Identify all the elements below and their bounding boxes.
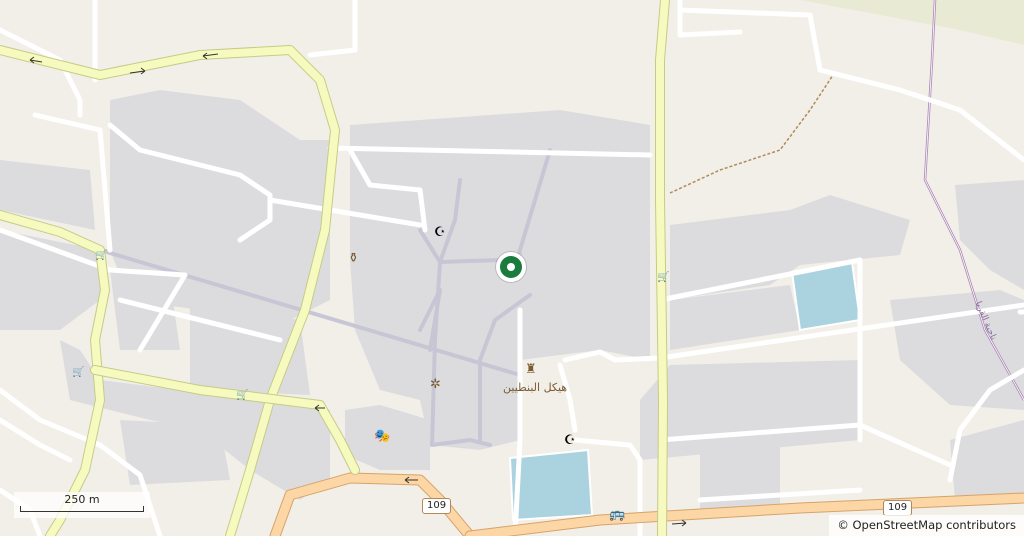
field-area bbox=[800, 0, 1024, 45]
footpath bbox=[669, 71, 836, 194]
location-marker[interactable] bbox=[496, 252, 526, 282]
mosque-icon[interactable]: ☪ bbox=[434, 226, 446, 239]
attribution-link[interactable]: OpenStreetMap contributors bbox=[852, 518, 1016, 532]
scale-line bbox=[20, 506, 144, 512]
shop-icon[interactable]: 🛒 bbox=[236, 389, 248, 402]
attribution: © OpenStreetMap contributors bbox=[829, 515, 1024, 536]
shop-icon[interactable]: 🛒 bbox=[95, 249, 107, 262]
viewpoint-icon[interactable]: ✲ bbox=[430, 378, 441, 391]
road-shield-109: 109 bbox=[883, 500, 913, 516]
mosque-icon[interactable]: ☪ bbox=[564, 434, 576, 447]
museum-vase-icon[interactable]: ⚱ bbox=[348, 252, 359, 265]
map-canvas[interactable]: ☪ ☪ ⚱ ♜ ✲ 🎭 🚌 🛒 🛒 🛒 🛒 هيكل البنطيين ناحي… bbox=[0, 0, 1024, 536]
theatre-icon[interactable]: 🎭 bbox=[374, 430, 390, 443]
copyright-symbol: © bbox=[837, 518, 849, 532]
scale-bar: 250 m bbox=[14, 492, 150, 518]
temple-label: هيكل البنطيين bbox=[503, 381, 568, 394]
monument-icon[interactable]: ♜ bbox=[525, 363, 537, 376]
shop-icon[interactable]: 🛒 bbox=[72, 366, 84, 379]
marker-fill bbox=[500, 256, 522, 278]
marker-center-dot bbox=[507, 263, 515, 271]
bus-stop-icon[interactable]: 🚌 bbox=[609, 508, 625, 521]
scale-label: 250 m bbox=[64, 493, 100, 506]
shop-icon[interactable]: 🛒 bbox=[657, 271, 669, 284]
road-shield-109: 109 bbox=[422, 498, 452, 514]
